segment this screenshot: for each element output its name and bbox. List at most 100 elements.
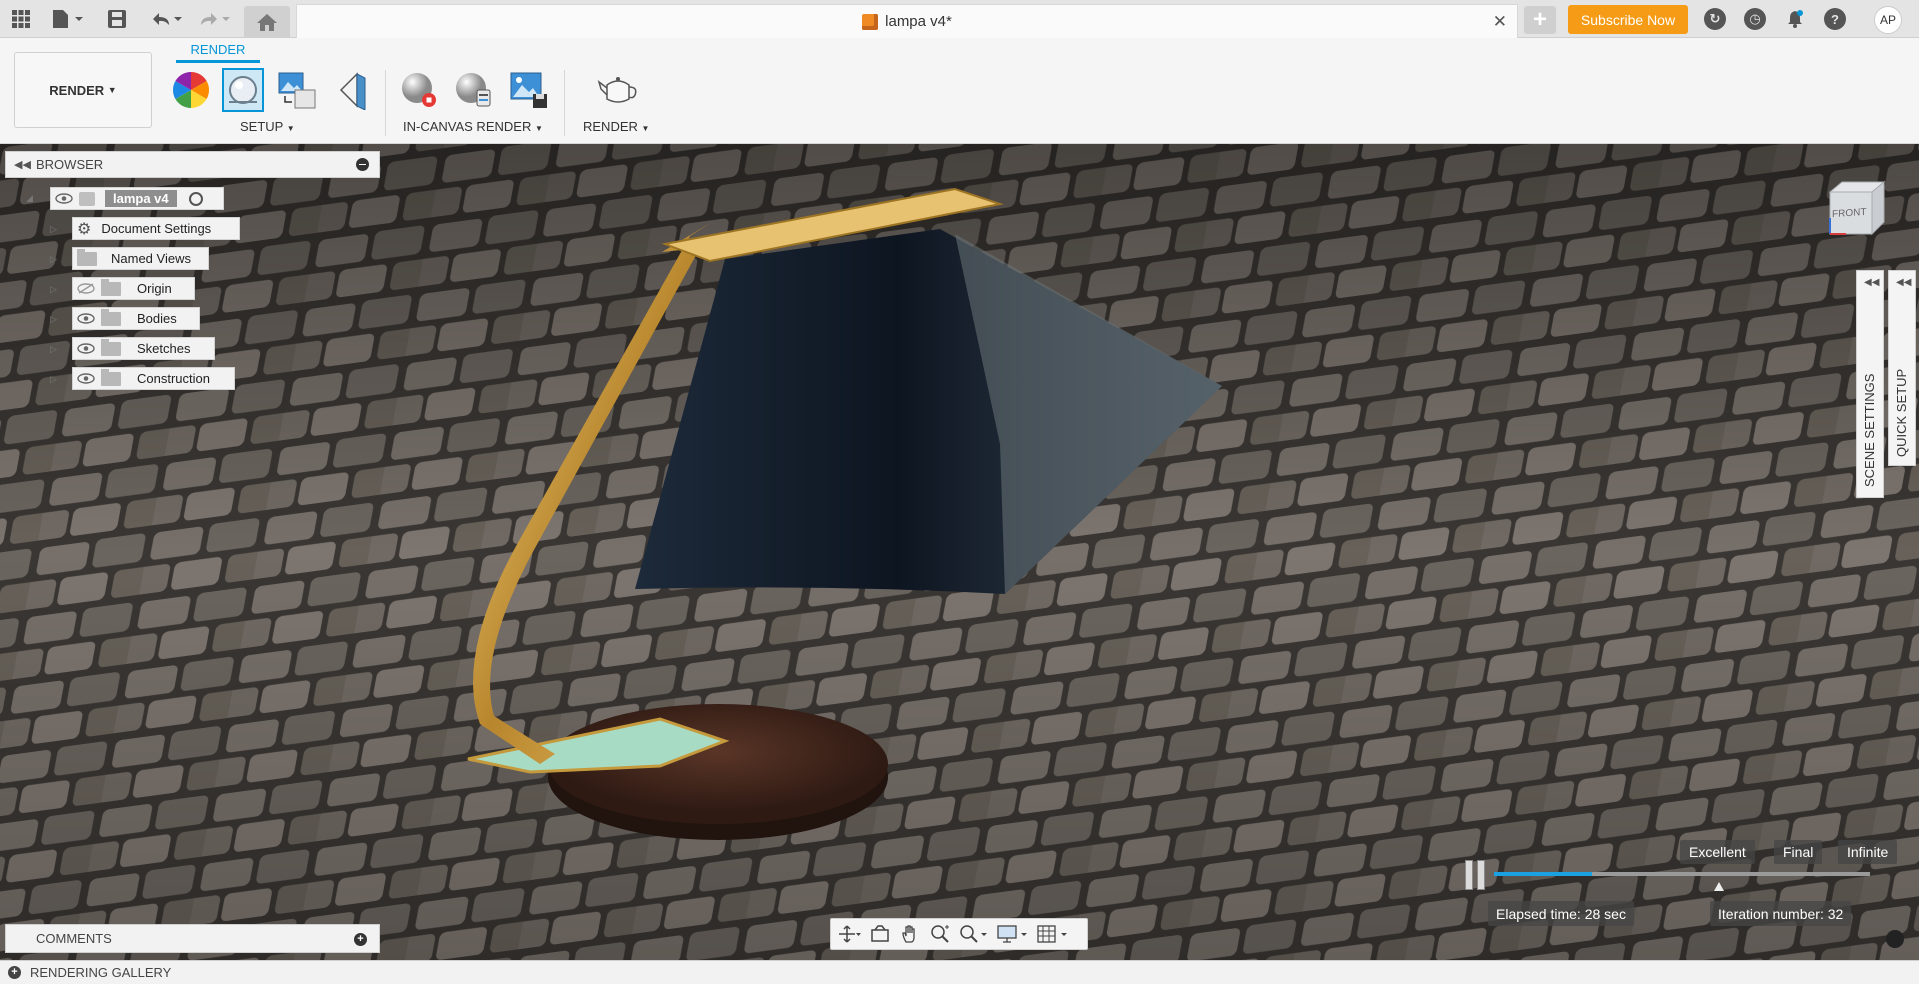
- tree-item-bodies[interactable]: Bodies: [72, 307, 200, 330]
- scene-settings-tab[interactable]: ◀◀ SCENE SETTINGS: [1856, 270, 1884, 498]
- expand-arrow-icon[interactable]: ▷: [50, 374, 57, 385]
- home-tab[interactable]: [244, 6, 290, 38]
- render-group-label[interactable]: RENDER ▼: [583, 119, 649, 134]
- render-progress-track: [1494, 872, 1870, 876]
- texture-map-tool[interactable]: [276, 68, 318, 112]
- toolbar-ribbon: RENDER ▼ RENDER SETUP ▼ IN-CANVAS RENDER…: [0, 38, 1919, 144]
- browser-panel-header[interactable]: ◀◀ BROWSER: [5, 151, 380, 178]
- quality-excellent[interactable]: Excellent: [1680, 840, 1755, 864]
- save-icon[interactable]: [106, 8, 128, 30]
- folder-icon: [101, 308, 121, 326]
- ribbon-separator: [385, 70, 386, 136]
- tree-item-label: Construction: [137, 371, 210, 386]
- minimize-icon[interactable]: [356, 158, 369, 171]
- help-icon[interactable]: ?: [1824, 8, 1846, 30]
- app-grid-icon[interactable]: [9, 8, 33, 30]
- browser-root-node[interactable]: lampa v4: [50, 187, 224, 210]
- redo-icon[interactable]: [196, 8, 232, 30]
- file-menu-icon[interactable]: [50, 8, 86, 30]
- document-tab[interactable]: lampa v4* ✕: [296, 4, 1518, 38]
- quick-setup-tab[interactable]: ◀◀ QUICK SETUP: [1888, 270, 1916, 466]
- top-bar: lampa v4* ✕ + Subscribe Now ↻ ◷ ? AP: [0, 0, 1919, 38]
- eye-icon[interactable]: [77, 313, 95, 324]
- expand-panel-icon[interactable]: ◀◀: [1896, 277, 1911, 288]
- quality-final[interactable]: Final: [1774, 840, 1823, 864]
- eye-icon[interactable]: [55, 193, 73, 204]
- in-canvas-settings-tool[interactable]: [452, 68, 494, 112]
- tree-item-label: Document Settings: [101, 221, 212, 236]
- close-tab-icon[interactable]: ✕: [1493, 12, 1507, 32]
- quality-marker[interactable]: [1714, 882, 1724, 891]
- expand-arrow-icon[interactable]: ▷: [50, 344, 57, 355]
- new-tab-button[interactable]: +: [1524, 6, 1556, 34]
- browser-title: BROWSER: [36, 157, 104, 172]
- job-status-icon[interactable]: ◷: [1744, 8, 1766, 30]
- pan-icon[interactable]: [899, 924, 921, 944]
- scene-settings-tool[interactable]: [222, 68, 264, 112]
- zoom-icon[interactable]: [929, 924, 951, 944]
- tree-item-sketches[interactable]: Sketches: [72, 337, 215, 360]
- render-settings-icon: [456, 73, 491, 107]
- expand-arrow-icon[interactable]: ▷: [50, 224, 57, 235]
- undo-icon[interactable]: [148, 8, 184, 30]
- rendering-gallery-bar[interactable]: + RENDERING GALLERY: [0, 960, 1919, 984]
- viewcube[interactable]: FRONT: [1822, 178, 1886, 242]
- caret-down-icon: ▼: [107, 85, 117, 95]
- capture-image-tool[interactable]: [508, 68, 550, 112]
- quality-infinite[interactable]: Infinite: [1838, 840, 1898, 864]
- activate-radio-icon[interactable]: [188, 191, 203, 206]
- display-settings-icon[interactable]: [997, 924, 1029, 944]
- in-canvas-render-group-label[interactable]: IN-CANVAS RENDER ▼: [403, 119, 543, 134]
- comments-panel[interactable]: COMMENTS +: [5, 924, 380, 953]
- subscribe-button[interactable]: Subscribe Now: [1568, 5, 1688, 34]
- look-at-icon[interactable]: [869, 924, 891, 944]
- grid-settings-icon[interactable]: [1037, 924, 1069, 944]
- collapse-panel-icon[interactable]: ◀◀: [14, 158, 31, 171]
- render-stop-icon: [402, 73, 436, 107]
- scene-settings-label: SCENE SETTINGS: [1862, 373, 1877, 487]
- root-label: lampa v4: [105, 190, 177, 207]
- elapsed-time: Elapsed time: 28 sec: [1488, 901, 1634, 926]
- pause-render-button[interactable]: [1462, 860, 1488, 890]
- tab-render[interactable]: RENDER: [176, 42, 260, 57]
- iteration-number: Iteration number: 32: [1710, 901, 1852, 926]
- expand-panel-icon[interactable]: ◀◀: [1864, 277, 1879, 288]
- expand-arrow-icon[interactable]: ▷: [50, 284, 57, 295]
- component-cube-icon: [862, 13, 879, 30]
- folder-icon: [101, 278, 121, 296]
- expand-arrow-icon[interactable]: ▷: [50, 254, 57, 265]
- render-canvas[interactable]: [0, 144, 1919, 960]
- scene-sphere-icon: [229, 76, 257, 104]
- tree-item-document-settings[interactable]: ⚙ Document Settings: [72, 217, 240, 240]
- setup-group-label[interactable]: SETUP ▼: [240, 119, 295, 134]
- notifications-icon[interactable]: [1784, 8, 1806, 30]
- user-avatar[interactable]: AP: [1874, 6, 1902, 34]
- fit-icon[interactable]: [959, 924, 989, 944]
- appearance-tool[interactable]: [170, 68, 212, 112]
- render-quality-icon[interactable]: [1886, 930, 1904, 948]
- add-comment-icon[interactable]: +: [354, 933, 367, 946]
- extensions-icon[interactable]: ↻: [1704, 8, 1726, 30]
- tree-item-construction[interactable]: Construction: [72, 367, 235, 390]
- tree-item-label: Named Views: [111, 251, 191, 266]
- folder-icon: [101, 338, 121, 356]
- tree-item-named-views[interactable]: Named Views: [72, 247, 209, 270]
- workspace-label: RENDER: [49, 82, 105, 98]
- eye-icon[interactable]: [77, 373, 95, 384]
- stop-render-tool[interactable]: [398, 68, 440, 112]
- folder-icon: [101, 368, 121, 386]
- expand-arrow-icon[interactable]: ▷: [50, 314, 57, 325]
- workspace-switcher[interactable]: RENDER ▼: [14, 52, 152, 128]
- render-tool[interactable]: [596, 68, 640, 112]
- tree-item-label: Bodies: [137, 311, 177, 326]
- orbit-icon[interactable]: [839, 924, 861, 944]
- component-icon: [79, 191, 95, 206]
- expand-gallery-icon[interactable]: +: [8, 966, 21, 979]
- tree-item-origin[interactable]: Origin: [72, 277, 195, 300]
- eye-hidden-icon[interactable]: [77, 283, 95, 294]
- decal-tool[interactable]: [330, 68, 372, 112]
- eye-icon[interactable]: [77, 343, 95, 354]
- document-title: lampa v4*: [885, 13, 952, 30]
- rendered-scene: [0, 144, 1919, 960]
- expand-arrow-icon[interactable]: ◢: [26, 193, 33, 204]
